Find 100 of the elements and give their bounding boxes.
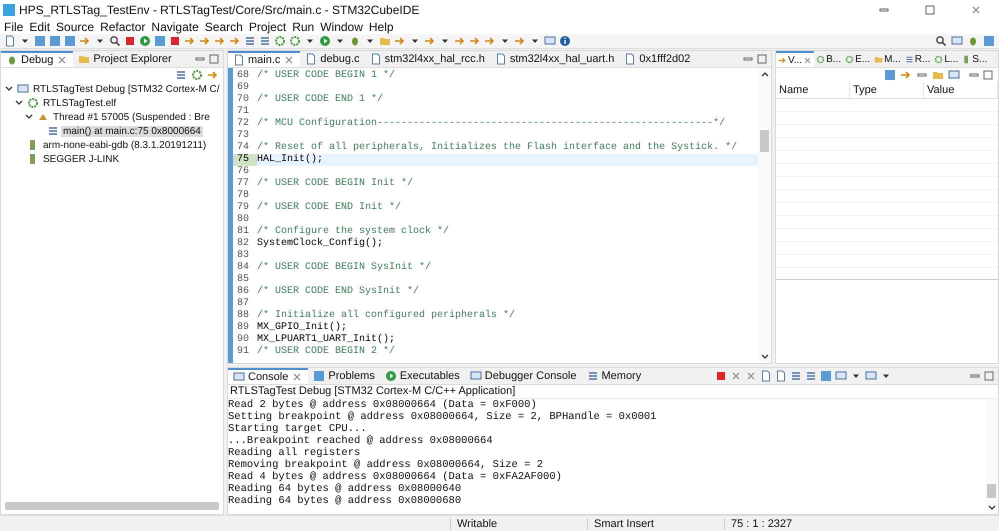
line-number: 82 <box>236 238 250 250</box>
menu-item[interactable]: Search <box>202 20 247 34</box>
close-icon[interactable] <box>291 371 304 383</box>
menu-item[interactable]: Navigate <box>149 20 203 34</box>
stop-icon[interactable] <box>169 35 181 47</box>
arrow-icon[interactable] <box>184 35 196 47</box>
maximize-icon[interactable] <box>982 69 994 81</box>
stop-icon[interactable] <box>715 370 728 382</box>
arrow-icon[interactable] <box>900 69 912 81</box>
tree-item[interactable]: main() at main.c:75 0x8000664 <box>61 126 203 136</box>
gear-icon[interactable] <box>274 35 286 47</box>
menu-item[interactable]: Window <box>318 20 367 34</box>
menu-item[interactable]: Refactor <box>98 20 150 34</box>
square-icon[interactable] <box>154 35 166 47</box>
arrow-icon[interactable] <box>229 35 241 47</box>
folder-icon <box>78 53 90 65</box>
tab[interactable]: main.c <box>228 51 300 67</box>
square-icon[interactable] <box>49 35 61 47</box>
tree-item[interactable]: RTLSTagTest Debug [STM32 Cortex-M C/ <box>31 84 222 94</box>
maximize-icon[interactable] <box>982 370 995 382</box>
tab[interactable]: L... <box>932 51 960 67</box>
column-header[interactable]: Type <box>850 82 924 98</box>
tab[interactable]: Debugger Console <box>464 368 582 384</box>
column-header[interactable]: Value <box>924 82 998 98</box>
square-icon[interactable] <box>983 35 995 47</box>
tab[interactable]: stm32l4xx_hal_rcc.h <box>364 51 490 67</box>
lines-icon[interactable] <box>244 35 256 47</box>
tree-item[interactable]: arm-none-eabi-gdb (8.3.1.20191211) <box>41 140 208 150</box>
close-icon[interactable] <box>803 56 812 64</box>
play-icon[interactable] <box>319 35 331 47</box>
document-icon[interactable] <box>775 370 788 382</box>
info-icon[interactable] <box>559 35 571 47</box>
monitor-icon[interactable] <box>544 35 556 47</box>
tab[interactable]: Project Explorer <box>73 51 177 67</box>
cross-icon[interactable] <box>745 370 758 382</box>
menu-item[interactable]: File <box>2 20 28 34</box>
close-icon[interactable] <box>56 54 68 66</box>
tree-item[interactable]: SEGGER J-LINK <box>41 154 122 164</box>
line-number: 71 <box>236 106 250 118</box>
monitor-icon[interactable] <box>835 370 848 382</box>
play-icon[interactable] <box>139 35 151 47</box>
monitor-icon[interactable] <box>948 69 960 81</box>
scrollbar-thumb[interactable] <box>760 130 769 152</box>
line-number: 69 <box>236 82 250 94</box>
vertical-scrollbar[interactable] <box>758 68 771 363</box>
maximize-icon[interactable] <box>924 4 936 16</box>
tab[interactable]: 0x1fff2d02 <box>619 51 696 67</box>
tab[interactable]: Console <box>228 368 308 384</box>
gear-icon[interactable] <box>191 69 203 81</box>
tree-item[interactable]: Thread #1 57005 (Suspended : Bre <box>51 112 212 122</box>
arrow-icon[interactable] <box>469 35 481 47</box>
file-icon <box>494 53 507 65</box>
scrollbar-thumb[interactable] <box>987 484 996 498</box>
tab[interactable]: Executables <box>380 368 465 384</box>
menu-item[interactable]: Help <box>366 20 398 34</box>
arrow-icon[interactable] <box>207 69 219 81</box>
square-icon[interactable] <box>64 35 76 47</box>
lines-icon[interactable] <box>175 69 187 81</box>
monitor-icon[interactable] <box>865 370 878 382</box>
tab[interactable]: stm32l4xx_hal_uart.h <box>490 51 620 67</box>
lines-icon[interactable] <box>805 370 818 382</box>
tab[interactable]: E... <box>843 51 872 67</box>
tab[interactable]: R... <box>902 51 932 67</box>
folder-icon <box>874 54 884 64</box>
close-icon[interactable] <box>283 54 296 66</box>
search-icon[interactable] <box>935 35 947 47</box>
menu-item[interactable]: Project <box>246 20 290 34</box>
menu-item[interactable]: Run <box>290 20 318 34</box>
close-icon[interactable] <box>970 4 982 16</box>
stop-icon[interactable] <box>124 35 136 47</box>
square-icon[interactable] <box>884 69 896 81</box>
lines-icon[interactable] <box>790 370 802 382</box>
lines-icon[interactable] <box>259 35 271 47</box>
vertical-scrollbar[interactable] <box>985 399 998 514</box>
tab[interactable]: Problems <box>308 368 380 384</box>
monitor-icon[interactable] <box>951 35 963 47</box>
tree-item[interactable]: RTLSTagTest.elf <box>41 98 118 108</box>
maximize-icon[interactable] <box>756 53 768 65</box>
tab[interactable]: B... <box>814 51 844 67</box>
maximize-icon[interactable] <box>208 53 220 65</box>
square-icon[interactable] <box>820 370 832 382</box>
code-line: MX_LPUART1_UART_Init(); <box>257 334 396 346</box>
tab[interactable]: V... <box>776 51 814 67</box>
tab[interactable]: debug.c <box>300 51 365 67</box>
menu-item[interactable]: Edit <box>27 20 54 34</box>
tab[interactable]: M... <box>872 51 903 67</box>
column-header[interactable]: Name <box>776 82 850 98</box>
horizontal-scrollbar[interactable] <box>5 502 219 510</box>
line-number: 79 <box>236 202 250 214</box>
code-comment: /* Reset of all peripherals, Initializes the Flash interface and the Systick. */ <box>257 142 738 154</box>
tab[interactable]: Memory <box>582 368 646 384</box>
document-icon[interactable] <box>760 370 772 382</box>
tab[interactable]: S... <box>960 51 990 67</box>
arrow-icon[interactable] <box>199 35 211 47</box>
menu-item[interactable]: Source <box>54 20 98 34</box>
search-icon[interactable] <box>109 35 121 47</box>
tab[interactable]: Debug <box>1 51 74 67</box>
console-line: Read 4 bytes @ address 0x08000664 (Data = 0xFA2AF000) <box>228 471 563 483</box>
arrow-icon[interactable] <box>214 35 226 47</box>
cross-icon[interactable] <box>730 370 742 382</box>
